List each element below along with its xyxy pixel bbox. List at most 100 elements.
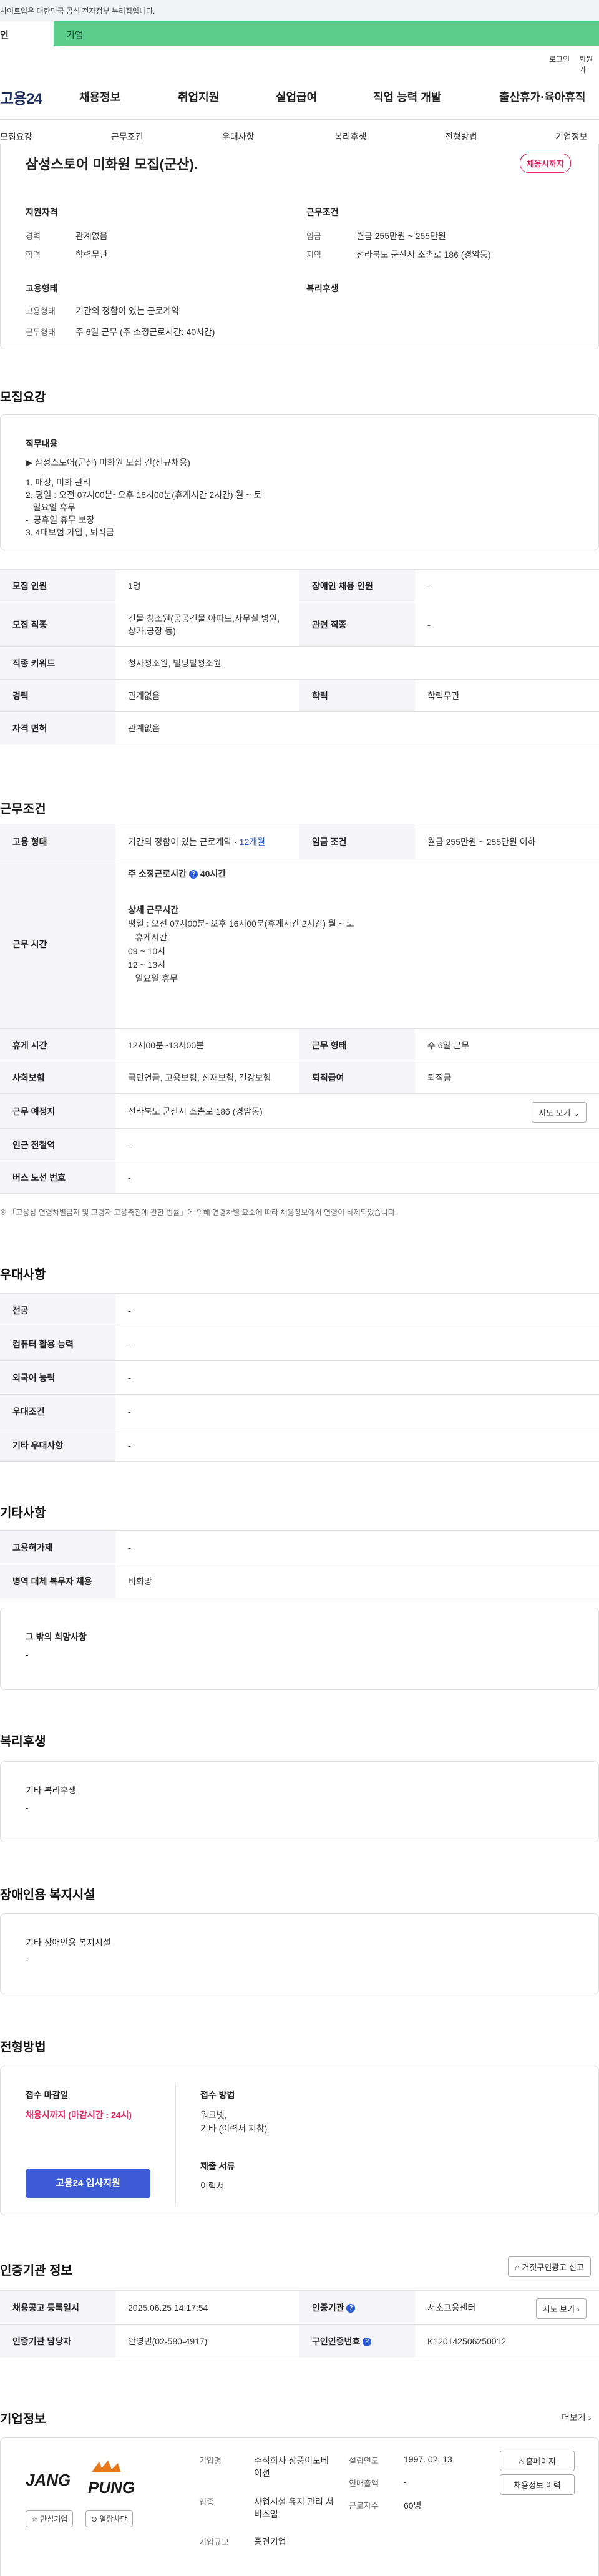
cell-label: 근무 형태 xyxy=(300,1028,415,1061)
weekly-hours-label: 주 소정근로시간 xyxy=(128,869,187,879)
report-button[interactable]: ⌂ 거짓구인광고 신고 xyxy=(508,2256,591,2277)
favorite-button[interactable]: ☆ 관심기업 xyxy=(26,2510,74,2527)
docs-value: 이력서 xyxy=(200,2181,225,2191)
cell-value: 관계없음 xyxy=(115,679,300,712)
section-nav-recruit[interactable]: 모집요강 xyxy=(0,130,32,143)
table-row: 자격 면허 관계없음 xyxy=(0,711,599,744)
method-line: 워크넷, xyxy=(200,2110,227,2120)
info-icon[interactable]: ? xyxy=(346,2303,356,2313)
org-map-button[interactable]: 지도 보기 › xyxy=(535,2298,587,2319)
summary-card: 삼성스토어 미화원 모집(군산). 채용시까지 지원자격 경력 관계없음 학력 … xyxy=(0,144,599,349)
work-section-title: 근무조건 xyxy=(0,803,46,816)
disab-box-title: 기타 장애인용 복지시설 xyxy=(26,1938,111,1948)
hours-line: 평일 : 오전 07시00분~오후 16시00분(휴게시간 2시간) 월 ~ 토 xyxy=(128,919,354,929)
company-name-label: 기업명 xyxy=(199,2456,222,2466)
table-row: 모집 직종 건물 청소원(공공건물,아파트,사무실,병원,상가,공장 등) 관련… xyxy=(0,602,599,647)
table-row: 전공 - xyxy=(0,1293,599,1327)
company-year-label: 설립연도 xyxy=(349,2456,379,2466)
apply-button[interactable]: 고용24 입사지원 xyxy=(26,2169,150,2198)
section-nav-company[interactable]: 기업정보 xyxy=(555,130,588,143)
no-label: 구인인증번호 xyxy=(312,2336,361,2346)
homepage-button[interactable]: ⌂ 홈페이지 xyxy=(500,2451,575,2471)
chevron-right-icon: › xyxy=(577,2305,580,2314)
info-icon[interactable]: ? xyxy=(363,2337,372,2346)
company-emp-value: 60명 xyxy=(404,2500,422,2510)
nav-employment-support[interactable]: 취업지원 xyxy=(178,89,219,105)
site-logo[interactable]: 고용24 xyxy=(0,86,42,108)
hours-line: 휴게시간 xyxy=(128,932,168,942)
emp-type: 기간의 정함이 있는 근로계약 · xyxy=(128,836,240,847)
cell-value: - xyxy=(415,569,599,602)
nav-parental-leave[interactable]: 출산휴가·육아휴직 xyxy=(499,89,585,105)
section-nav-welfare[interactable]: 복리후생 xyxy=(334,130,367,143)
section-nav-apply[interactable]: 전형방법 xyxy=(445,130,477,143)
cell-label: 병역 대체 복무자 채용 xyxy=(0,1564,115,1598)
company-biz-value: 사업시설 유지 관리 서비스업 xyxy=(254,2497,334,2519)
report-button-label: 거짓구인광고 신고 xyxy=(522,2263,584,2272)
job-history-button[interactable]: 채용정보 이력 xyxy=(500,2474,575,2495)
map-button-label: 지도 보기 xyxy=(538,1108,571,1118)
login-link[interactable]: 로그인 xyxy=(549,54,570,64)
company-logo: JANG PUNG xyxy=(26,2459,150,2503)
logo-text-b: PUNG xyxy=(88,2478,135,2497)
cell-label: 모집 인원 xyxy=(0,569,115,602)
cell-value: - xyxy=(115,1293,599,1327)
cell-label: 휴게 시간 xyxy=(0,1028,115,1061)
cell-value: 학력무관 xyxy=(415,679,599,712)
user-type-tabs: 인 기업 xyxy=(0,21,599,46)
cell-label: 버스 노선 번호 xyxy=(0,1161,115,1194)
welfare-section-title: 복리후생 xyxy=(0,1735,46,1749)
cell-value: - xyxy=(115,1394,599,1428)
map-button[interactable]: 지도 보기 ⌄ xyxy=(532,1102,587,1123)
cell-label: 관련 직종 xyxy=(300,602,415,647)
tab-company[interactable]: 기업 xyxy=(54,21,599,46)
cell-value: 월급 255만원 ~ 255만원 이하 xyxy=(415,824,599,859)
nav-unemployment-benefit[interactable]: 실업급여 xyxy=(276,89,317,105)
tab-person[interactable]: 인 xyxy=(0,21,54,46)
cert-section-title: 인증기관 정보 xyxy=(0,2264,72,2278)
cell-value: - xyxy=(115,1327,599,1361)
cell-label: 장애인 채용 인원 xyxy=(300,569,415,602)
cond-title: 근무조건 xyxy=(306,207,339,217)
cell-value: 퇴직금 xyxy=(415,1061,599,1094)
cell-label: 사회보험 xyxy=(0,1061,115,1094)
company-size-value: 중견기업 xyxy=(254,2537,286,2547)
company-section-title: 기업정보 xyxy=(0,2413,46,2426)
other-wishes-title: 그 밖의 희망사항 xyxy=(26,1632,87,1642)
cell-value: - xyxy=(115,1161,599,1194)
workplace-address: 전라북도 군산시 조촌로 186 (경암동) xyxy=(128,1106,263,1116)
cell-label: 고용 형태 xyxy=(0,824,115,859)
welfare-title: 복리후생 xyxy=(306,283,339,293)
deadline-label: 접수 마감일 xyxy=(26,2090,69,2100)
recruit-section-title: 모집요강 xyxy=(0,391,46,404)
global-nav: 고용24 채용정보 취업지원 실업급여 직업 능력 개발 출산휴가·육아휴직 xyxy=(0,70,599,120)
chevron-right-icon: › xyxy=(588,2413,592,2422)
block-button[interactable]: ⊘ 열람차단 xyxy=(85,2510,133,2527)
nav-job-training[interactable]: 직업 능력 개발 xyxy=(373,89,441,105)
region-label: 지역 xyxy=(306,250,321,260)
hours-line: 일요일 휴무 xyxy=(128,973,178,983)
cell-label: 경력 xyxy=(0,679,115,712)
table-row: 사회보험 국민연금, 고용보험, 산재보험, 건강보험 퇴직급여 퇴직금 xyxy=(0,1061,599,1094)
edu-label: 학력 xyxy=(26,250,41,260)
section-nav-pref[interactable]: 우대사항 xyxy=(222,130,255,143)
nav-jobs[interactable]: 채용정보 xyxy=(79,89,120,105)
duty-line: - 공휴일 휴무 보장 xyxy=(26,515,95,525)
company-emp-label: 근로자수 xyxy=(349,2501,379,2510)
chevron-down-icon: ⌄ xyxy=(573,1108,580,1118)
section-nav-work[interactable]: 근무조건 xyxy=(111,130,144,143)
more-link[interactable]: 더보기 › xyxy=(562,2411,591,2424)
welfare-box-value: - xyxy=(26,1803,29,1813)
cell-value: - xyxy=(115,1360,599,1395)
company-sales-label: 연매출액 xyxy=(349,2479,379,2488)
gov-notice-bar: 사이트입은 대한민국 공식 전자정부 누리집입니다. xyxy=(0,0,599,21)
company-year-value: 1997. 02. 13 xyxy=(404,2454,452,2464)
disab-card: 기타 장애인용 복지시설 - xyxy=(0,1913,599,1994)
star-icon: ☆ xyxy=(31,2515,38,2524)
cell-label: 전공 xyxy=(0,1293,115,1327)
table-row: 컴퓨터 활용 능력 - xyxy=(0,1327,599,1361)
company-size-label: 기업규모 xyxy=(199,2537,229,2547)
info-icon[interactable]: ? xyxy=(188,870,198,879)
company-biz-label: 업종 xyxy=(199,2497,214,2507)
docs-label: 제출 서류 xyxy=(200,2161,235,2171)
